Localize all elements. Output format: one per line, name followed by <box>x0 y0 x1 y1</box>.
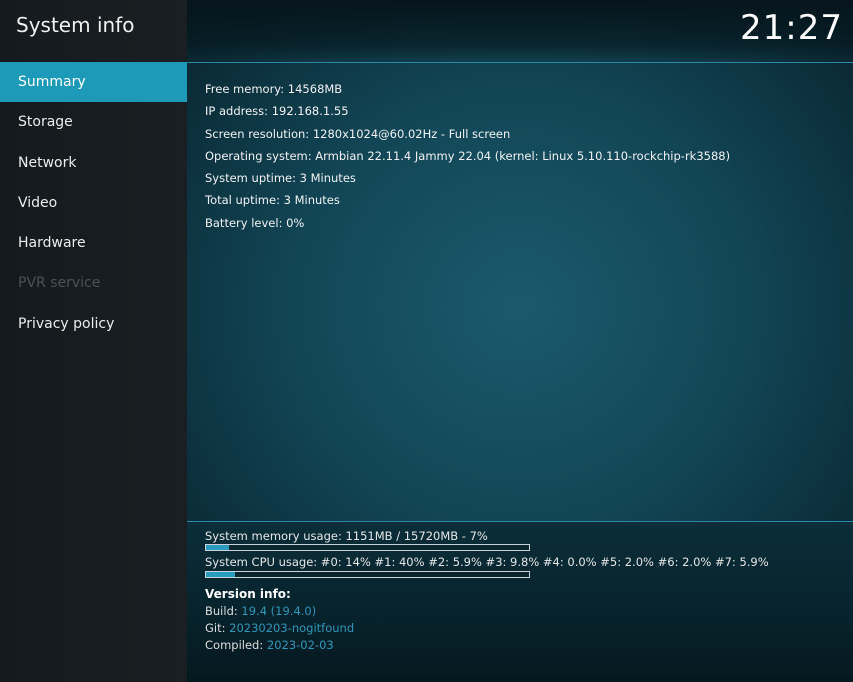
sidebar-item-video[interactable]: Video <box>0 183 187 223</box>
memory-usage-bar <box>205 544 530 551</box>
clock: 21:27 <box>740 8 843 48</box>
cpu-usage-bar-fill <box>206 572 236 577</box>
memory-usage-bar-fill <box>206 545 229 550</box>
build-label: Build: <box>205 604 238 618</box>
sidebar-item-network[interactable]: Network <box>0 143 187 183</box>
sidebar-item-privacy-policy[interactable]: Privacy policy <box>0 304 187 344</box>
git-line: Git: 20230203-nogitfound <box>205 621 354 635</box>
battery-level-line: Battery level: 0% <box>205 215 305 230</box>
git-label: Git: <box>205 621 226 635</box>
footer-divider <box>187 521 853 522</box>
sidebar-item-hardware[interactable]: Hardware <box>0 223 187 263</box>
cpu-usage-label: System CPU usage: #0: 14% #1: 40% #2: 5.… <box>205 555 769 569</box>
git-value: 20230203-nogitfound <box>229 621 355 635</box>
screen-resolution-line: Screen resolution: 1280x1024@60.02Hz - F… <box>205 126 511 141</box>
ip-address-line: IP address: 192.168.1.55 <box>205 104 349 119</box>
system-uptime-line: System uptime: 3 Minutes <box>205 171 356 186</box>
compiled-value: 2023-02-03 <box>266 638 334 652</box>
version-info-heading: Version info: <box>205 587 291 601</box>
summary-info-list: Free memory: 14568MB IP address: 192.168… <box>205 78 730 234</box>
build-line: Build: 19.4 (19.4.0) <box>205 604 316 618</box>
operating-system-line: Operating system: Armbian 22.11.4 Jammy … <box>205 148 731 163</box>
build-value: 19.4 (19.4.0) <box>241 604 317 618</box>
compiled-line: Compiled: 2023-02-03 <box>205 638 334 652</box>
total-uptime-line: Total uptime: 3 Minutes <box>205 193 340 208</box>
compiled-label: Compiled: <box>205 638 264 652</box>
header-divider <box>187 62 853 63</box>
footer-panel: System memory usage: 1151MB / 15720MB - … <box>187 521 853 682</box>
free-memory-line: Free memory: 14568MB <box>205 82 343 96</box>
sidebar-menu: Summary Storage Network Video Hardware P… <box>0 62 187 344</box>
sidebar-item-storage[interactable]: Storage <box>0 102 187 142</box>
memory-usage-label: System memory usage: 1151MB / 15720MB - … <box>205 529 488 543</box>
sidebar-item-summary[interactable]: Summary <box>0 62 187 103</box>
app-title: System info <box>16 13 135 37</box>
sidebar: System info Summary Storage Network Vide… <box>0 0 187 682</box>
cpu-usage-bar <box>205 571 530 578</box>
sidebar-item-pvr-service: PVR service <box>18 275 101 292</box>
